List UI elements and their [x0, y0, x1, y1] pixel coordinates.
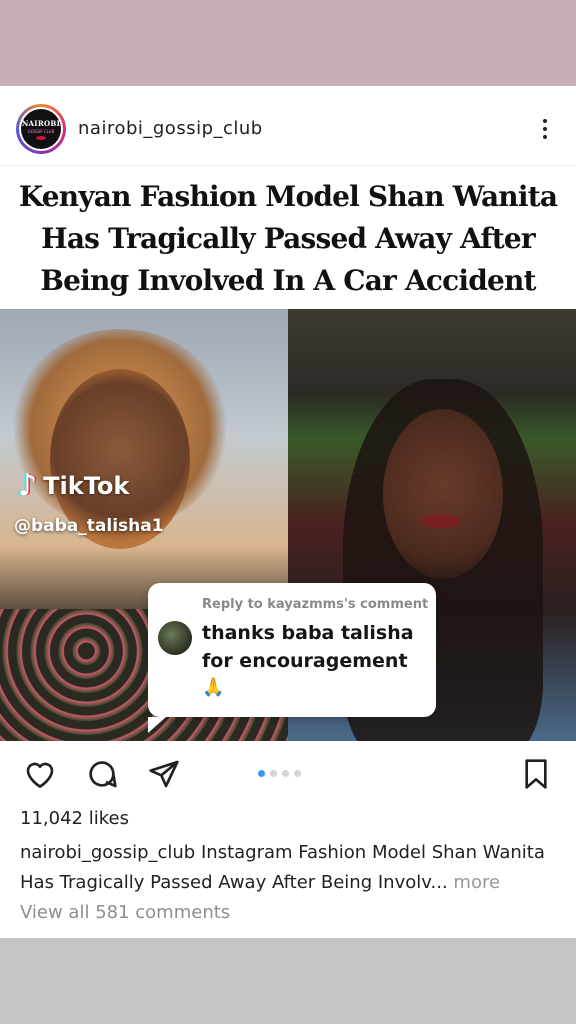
post-username[interactable]: nairobi_gossip_club — [78, 118, 263, 139]
like-count[interactable]: 11,042 likes — [20, 808, 129, 829]
headline-line: Being Involved In A Car Accident — [40, 264, 536, 297]
tiktok-label: TikTok — [43, 472, 130, 500]
post-headline: Kenyan Fashion Model Shan Wanita Has Tra… — [0, 176, 576, 302]
more-options-icon[interactable] — [535, 116, 555, 142]
headline-line: Has Tragically Passed Away After — [41, 222, 535, 255]
instagram-post: NAIROBI GOSSIP CLUB nairobi_gossip_club … — [0, 86, 576, 938]
post-header: NAIROBI GOSSIP CLUB nairobi_gossip_club — [0, 86, 576, 166]
carousel-dot — [270, 770, 277, 777]
carousel-dot — [282, 770, 289, 777]
lips-shape — [421, 514, 461, 528]
avatar-logo-text: NAIROBI — [21, 118, 61, 128]
caption-text-line1: Instagram Fashion Model Shan Wanita — [200, 842, 545, 863]
headline-line: Kenyan Fashion Model Shan Wanita — [18, 180, 558, 213]
comment-icon[interactable] — [84, 756, 120, 792]
tiktok-handle: @baba_talisha1 — [14, 516, 164, 536]
caption-username[interactable]: nairobi_gossip_club — [20, 842, 195, 863]
reply-header: Reply to kayazmms's comment — [202, 597, 429, 612]
lips-icon — [36, 135, 46, 140]
praying-hands-icon: 🙏 — [202, 677, 225, 698]
tiktok-watermark: ♪ TikTok — [18, 471, 129, 501]
reply-text: thanks baba talisha for encouragement — [202, 622, 414, 672]
caption-more-link[interactable]: more — [453, 872, 500, 893]
commenter-avatar — [158, 621, 192, 655]
reply-comment-card: Reply to kayazmms's comment thanks baba … — [148, 583, 436, 733]
share-icon[interactable] — [146, 756, 182, 792]
post-caption: nairobi_gossip_club Instagram Fashion Mo… — [20, 838, 560, 898]
tiktok-logo-icon: ♪ — [18, 468, 38, 503]
carousel-dot — [258, 770, 265, 777]
view-comments-link[interactable]: View all 581 comments — [20, 902, 230, 923]
avatar-logo-subtext: GOSSIP CLUB — [27, 128, 55, 134]
face-shape — [383, 409, 503, 579]
background-bottom — [0, 938, 576, 1024]
carousel-dot — [294, 770, 301, 777]
post-actions — [0, 746, 576, 800]
profile-avatar[interactable]: NAIROBI GOSSIP CLUB — [16, 104, 66, 154]
bookmark-icon[interactable] — [518, 756, 554, 792]
heart-icon[interactable] — [22, 756, 58, 792]
carousel-indicator — [258, 770, 301, 777]
caption-text-line2: Has Tragically Passed Away After Being I… — [20, 872, 448, 893]
background-top — [0, 0, 576, 86]
